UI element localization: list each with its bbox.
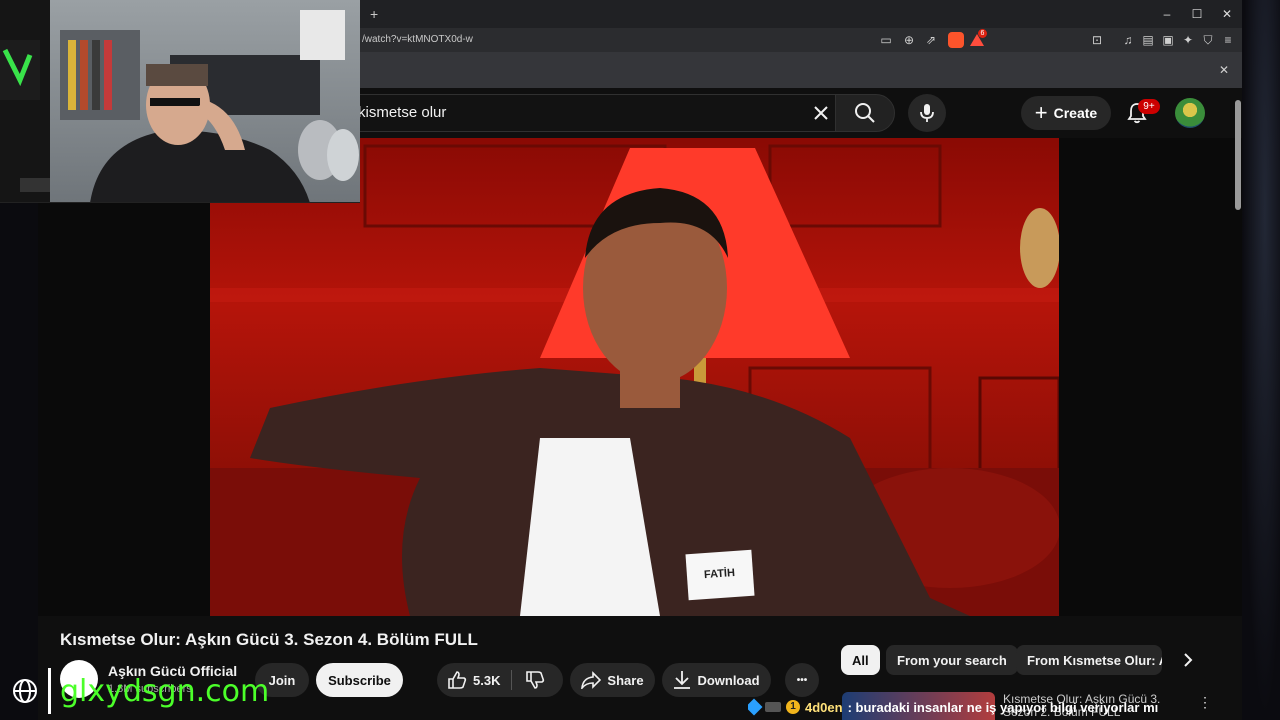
media-icon[interactable]: ♫ bbox=[1118, 30, 1138, 50]
chat-level-badge: 1 bbox=[786, 700, 800, 714]
chip-from-channel[interactable]: From Kısmetse Olur: Aşkın Gücü bbox=[1016, 645, 1162, 675]
cube-icon bbox=[748, 698, 763, 716]
download-label: Download bbox=[697, 672, 760, 688]
cast-icon[interactable]: ▭ bbox=[876, 30, 896, 50]
share-button[interactable]: Share bbox=[570, 663, 655, 697]
infobar-close-button[interactable]: ✕ bbox=[1214, 60, 1234, 80]
video-title: Kısmetse Olur: Aşkın Gücü 3. Sezon 4. Bö… bbox=[60, 630, 478, 649]
maximize-button[interactable]: ☐ bbox=[1182, 0, 1212, 28]
reading-list-icon[interactable]: ▤ bbox=[1138, 30, 1158, 50]
clear-search-icon[interactable] bbox=[811, 103, 831, 123]
recommendation-more-icon[interactable]: ⋮ bbox=[1198, 694, 1212, 711]
like-button[interactable]: 5.3K bbox=[447, 670, 500, 690]
wallet-icon[interactable]: ▣ bbox=[1158, 30, 1178, 50]
brave-shield-icon[interactable] bbox=[948, 32, 964, 48]
thumbs-up-icon bbox=[448, 671, 467, 689]
like-dislike-group: 5.3K bbox=[437, 663, 563, 697]
notification-count-badge: 9+ bbox=[1138, 99, 1160, 114]
account-avatar[interactable] bbox=[1175, 98, 1205, 128]
plus-icon: + bbox=[1034, 100, 1048, 125]
chat-username: 4d0en bbox=[805, 699, 843, 715]
chat-text: : buradaki insanlar ne iş yapıyor bilgi … bbox=[847, 699, 1159, 715]
new-tab-button[interactable]: + bbox=[370, 6, 378, 22]
sidebar-toggle-icon[interactable]: ⊡ bbox=[1087, 30, 1107, 50]
vpn-icon[interactable]: ⛉ bbox=[1198, 30, 1218, 50]
search-input[interactable]: kismetse olur bbox=[300, 94, 835, 132]
name-tag: FATİH bbox=[703, 566, 736, 582]
download-button[interactable]: Download bbox=[662, 663, 771, 697]
overlay-divider bbox=[48, 668, 51, 714]
dislike-button[interactable] bbox=[525, 670, 545, 693]
chip-from-your-search[interactable]: From your search bbox=[886, 645, 1018, 675]
chip-all[interactable]: All bbox=[841, 645, 880, 675]
video-scene bbox=[210, 144, 1059, 616]
share-label: Share bbox=[607, 672, 644, 688]
webcam-overlay bbox=[0, 0, 360, 203]
like-count: 5.3K bbox=[473, 672, 501, 688]
chip-next-button[interactable] bbox=[1178, 650, 1198, 670]
extension-badge: 6 bbox=[978, 29, 987, 38]
minimize-button[interactable]: – bbox=[1152, 0, 1182, 28]
globe-icon bbox=[10, 676, 40, 706]
url-text[interactable]: /watch?v=ktMNOTX0d-w bbox=[362, 34, 473, 45]
voice-search-button[interactable] bbox=[908, 94, 946, 132]
video-frame[interactable]: FATİH bbox=[210, 138, 1059, 616]
subscribe-button[interactable]: Subscribe bbox=[316, 663, 403, 697]
share-page-icon[interactable]: ⇗ bbox=[921, 30, 941, 50]
search-button[interactable] bbox=[835, 94, 895, 132]
search-query[interactable]: kismetse olur bbox=[358, 104, 446, 121]
create-label: Create bbox=[1053, 105, 1098, 121]
create-button[interactable]: + Create bbox=[1021, 96, 1111, 130]
download-icon bbox=[674, 671, 691, 689]
webcam-feed bbox=[0, 0, 359, 202]
search-icon bbox=[855, 103, 875, 123]
like-divider bbox=[511, 670, 512, 690]
window-close-button[interactable]: ✕ bbox=[1212, 0, 1242, 28]
chevron-right-icon bbox=[1184, 653, 1193, 667]
more-actions-button[interactable]: ••• bbox=[785, 663, 819, 697]
chat-message: 1 4d0en : buradaki insanlar ne iş yapıyo… bbox=[748, 696, 1180, 718]
badge-icon bbox=[765, 702, 781, 712]
page-scrollbar[interactable] bbox=[1235, 100, 1241, 210]
leo-ai-icon[interactable]: ✦ bbox=[1178, 30, 1198, 50]
menu-icon[interactable]: ≡ bbox=[1218, 30, 1238, 50]
zoom-icon[interactable]: ⊕ bbox=[899, 30, 919, 50]
stream-watermark: glxydsgn.com bbox=[60, 674, 270, 709]
microphone-icon bbox=[920, 104, 934, 122]
share-icon bbox=[581, 671, 602, 689]
brave-rewards-icon[interactable]: 6 bbox=[969, 29, 987, 48]
thumbs-down-icon bbox=[526, 671, 545, 689]
desktop-background bbox=[1242, 0, 1280, 720]
